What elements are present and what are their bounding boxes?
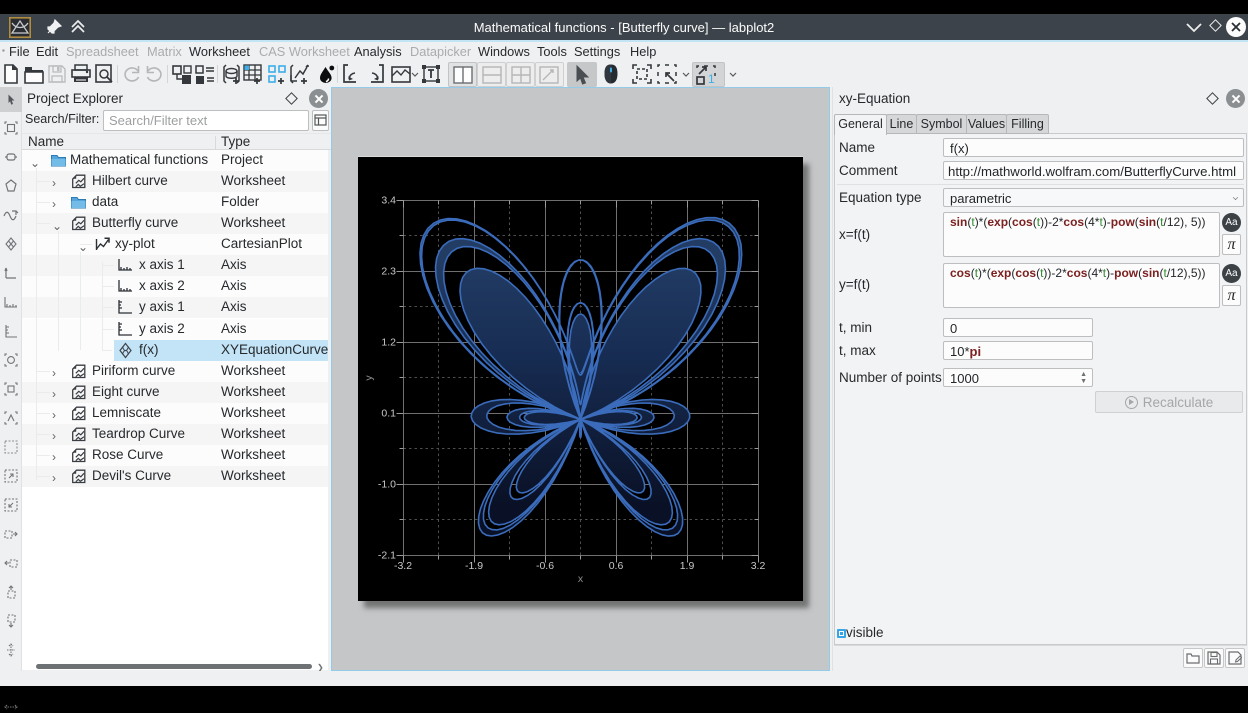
svg-text:2.3: 2.3: [381, 266, 396, 278]
svg-text:-0.6: -0.6: [536, 560, 554, 572]
svg-text:x: x: [578, 573, 584, 585]
svg-text:1: 1: [708, 72, 715, 86]
svg-text:-1.9: -1.9: [465, 560, 483, 572]
svg-text:-1.0: -1.0: [378, 479, 396, 491]
svg-text:y: y: [363, 375, 375, 381]
svg-text:1.9: 1.9: [680, 560, 695, 572]
svg-text:0.6: 0.6: [609, 560, 624, 572]
svg-text:3.4: 3.4: [381, 195, 396, 207]
svg-text:0.1: 0.1: [381, 408, 396, 420]
svg-text:1.2: 1.2: [381, 337, 396, 349]
svg-text:-3.2: -3.2: [394, 560, 412, 572]
svg-text:3.2: 3.2: [751, 560, 766, 572]
